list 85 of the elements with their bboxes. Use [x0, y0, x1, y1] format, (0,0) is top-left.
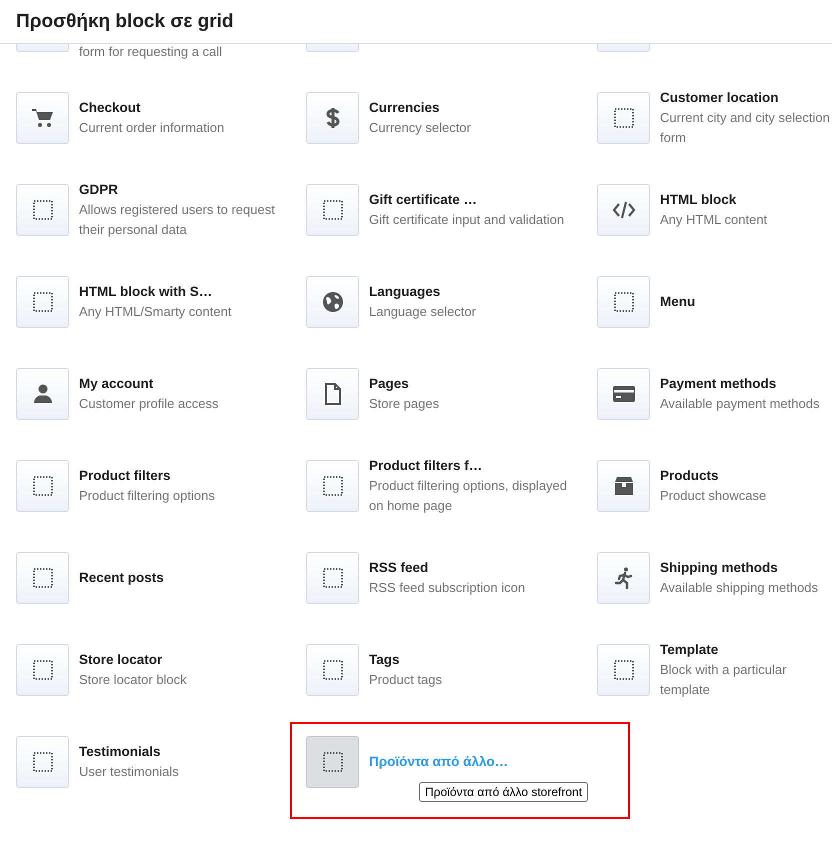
block-description: User testimonials [79, 763, 179, 781]
block-tile[interactable] [16, 736, 69, 788]
block-title: HTML block [660, 191, 738, 209]
block-tile[interactable] [16, 92, 69, 144]
dotted-square-icon [30, 474, 54, 498]
block-title: Customer location [660, 89, 780, 107]
block-description: Allows registered users to request their personal data [79, 201, 276, 239]
dotted-square-icon [30, 290, 54, 314]
dotted-square-icon [612, 290, 636, 314]
dotted-square-icon [320, 566, 344, 590]
block-title: Tags [369, 651, 401, 669]
block-tile[interactable] [597, 552, 650, 604]
block-description: Language selector [369, 303, 476, 321]
globe-icon [320, 290, 344, 314]
block-description: form for requesting a call [79, 44, 222, 61]
block-title: Product filters [79, 467, 172, 485]
block-title: Testimonials [79, 743, 162, 761]
dotted-square-icon [30, 750, 54, 774]
block-tile[interactable] [597, 368, 650, 420]
block-description: Available payment methods [660, 395, 820, 413]
block-title: RSS feed [369, 559, 430, 577]
block-description: Block with a particular template [660, 661, 788, 699]
block-tile[interactable] [597, 276, 650, 328]
block-title: Shipping methods [660, 559, 779, 577]
block-tile[interactable] [306, 644, 359, 696]
block-tile[interactable] [306, 736, 359, 788]
block-title: Recent posts [79, 569, 164, 587]
block-tile[interactable] [16, 184, 69, 236]
block-tile[interactable] [16, 368, 69, 420]
cart-icon [30, 106, 54, 130]
block-description: Gift certificate input and validation [369, 211, 564, 229]
block-description: RSS feed subscription icon [369, 579, 526, 597]
block-title: HTML block with S… [79, 283, 214, 301]
block-tile[interactable] [306, 184, 359, 236]
block-tile[interactable] [597, 92, 650, 144]
block-description: Any HTML content [660, 211, 768, 229]
block-tile[interactable] [597, 184, 650, 236]
block-tile[interactable] [597, 644, 650, 696]
block-description: Product filtering options [79, 487, 215, 505]
dotted-square-icon [320, 474, 344, 498]
block-title: Languages [369, 283, 442, 301]
block-description: Customer profile access [79, 395, 218, 413]
block-title: GDPR [79, 181, 120, 199]
block-title: Product filters f… [369, 457, 484, 475]
dotted-square-icon [30, 566, 54, 590]
block-title: Currencies [369, 99, 441, 117]
block-title: Gift certificate … [369, 191, 478, 209]
dialog-title: Προσθήκη block σε grid [16, 10, 234, 32]
block-tile[interactable] [306, 460, 359, 512]
block-tile[interactable] [306, 276, 359, 328]
block-title: Menu [660, 293, 696, 311]
block-tile[interactable] [597, 460, 650, 512]
dotted-square-icon [320, 658, 344, 682]
block-title: My account [79, 375, 154, 393]
block-description: Product filtering options, displayed on home page [369, 477, 568, 515]
block-title: Products [660, 467, 720, 485]
block-title: Store locator [79, 651, 164, 669]
block-tile[interactable] [16, 552, 69, 604]
dotted-square-icon [320, 750, 344, 774]
block-tile[interactable] [306, 552, 359, 604]
block-title: Payment methods [660, 375, 778, 393]
block-description: Store locator block [79, 671, 187, 689]
block-title: Checkout [79, 99, 142, 117]
dotted-square-icon [320, 198, 344, 222]
block-tile[interactable] [16, 276, 69, 328]
block-description: Any HTML/Smarty content [79, 303, 232, 321]
block-description: Current city and city selection form [660, 109, 831, 147]
dotted-square-icon [612, 658, 636, 682]
dotted-square-icon [612, 106, 636, 130]
tooltip: Προϊόντα από άλλο storefront [419, 782, 588, 802]
block-title: Pages [369, 375, 410, 393]
block-description: Product tags [369, 671, 442, 689]
block-title: Προϊόντα από άλλο… [369, 753, 508, 771]
block-title: Template [660, 641, 720, 659]
block-tile[interactable] [16, 644, 69, 696]
block-description: Current order information [79, 119, 224, 137]
block-description: Currency selector [369, 119, 471, 137]
dotted-square-icon [30, 198, 54, 222]
block-description: Available shipping methods [660, 579, 818, 597]
block-tile[interactable] [306, 92, 359, 144]
block-description: Store pages [369, 395, 440, 413]
block-description: Product showcase [660, 487, 766, 505]
dotted-square-icon [30, 658, 54, 682]
block-tile[interactable] [16, 460, 69, 512]
block-tile[interactable] [306, 368, 359, 420]
